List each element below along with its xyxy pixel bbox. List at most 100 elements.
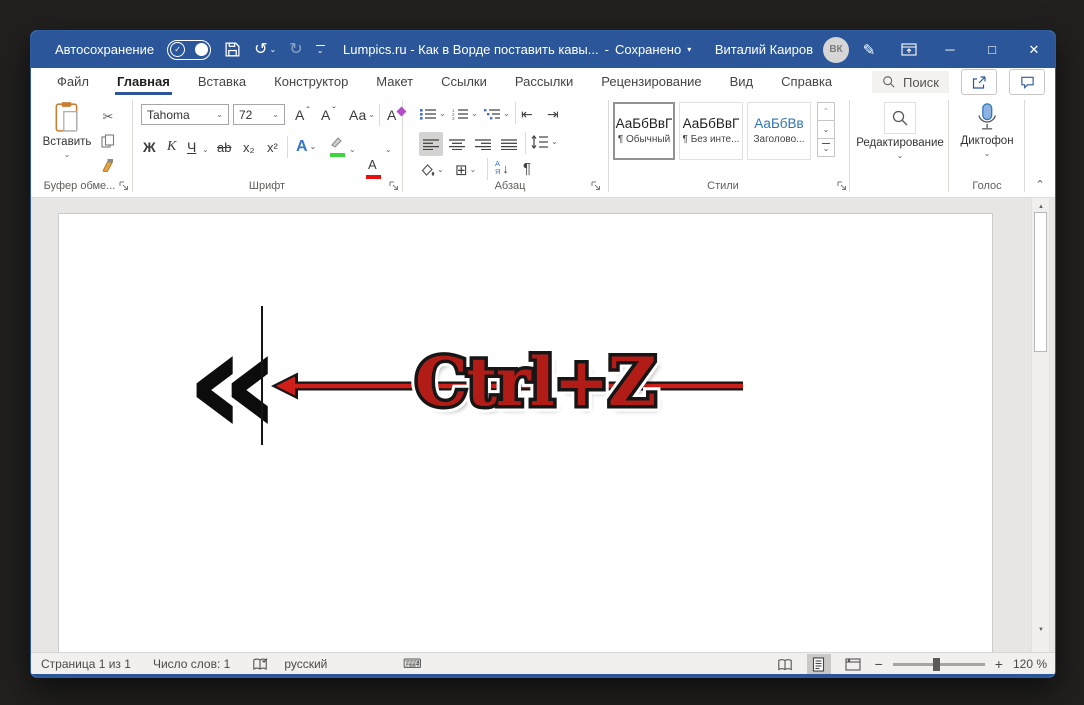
dictate-button[interactable]: Диктофон ⌄ [953, 102, 1021, 158]
show-paragraph-marks-button[interactable]: ¶ [523, 158, 531, 178]
align-right-button[interactable] [471, 132, 495, 156]
document-page[interactable]: « Ctrl+Z Ctrl+Z Ctrl+Z [58, 213, 993, 652]
ink-pen-button[interactable]: ✎ [849, 31, 889, 68]
decrease-indent-button[interactable]: ⇤ [521, 104, 533, 124]
close-button[interactable]: ✕ [1013, 31, 1055, 68]
search-input[interactable]: Поиск [872, 71, 949, 93]
font-color-dropdown-icon[interactable]: ⌄ [385, 146, 392, 154]
tab-view[interactable]: Вид [716, 68, 768, 96]
sort-button[interactable]: А Я ↓ [495, 158, 509, 178]
maximize-icon: □ [988, 42, 996, 57]
save-icon[interactable] [224, 41, 241, 58]
pilcrow-icon: ¶ [523, 160, 531, 177]
ribbon-display-icon [901, 43, 917, 57]
borders-button[interactable]: ⊞ ⌄ [455, 160, 476, 180]
tab-layout[interactable]: Макет [362, 68, 427, 96]
numbering-button[interactable]: 123 ⌄ [451, 104, 478, 124]
style-sample: АаБбВвГ [683, 117, 740, 131]
format-painter-button[interactable] [97, 154, 119, 176]
document-title[interactable]: Lumpics.ru - Как в Ворде поставить кавы.… [343, 42, 599, 57]
vertical-scrollbar[interactable]: ▲ ▼ [1031, 198, 1049, 652]
share-button[interactable] [961, 69, 997, 95]
styles-more-button[interactable]: ⌄ [817, 138, 835, 157]
avatar[interactable]: ВК [823, 37, 849, 63]
underline-dropdown-icon[interactable]: ⌄ [202, 146, 209, 154]
superscript-button[interactable]: x² [265, 136, 280, 158]
redo-button[interactable]: ↻ [289, 31, 302, 68]
language-indicator[interactable]: русский [284, 657, 327, 671]
editing-button[interactable]: Редактирование ⌄ [855, 102, 945, 160]
read-mode-button[interactable] [773, 654, 797, 674]
subscript-button[interactable]: x₂ [241, 136, 257, 158]
font-family-select[interactable]: Tahoma ⌄ [141, 104, 229, 125]
multilevel-list-button[interactable]: ⌄ [483, 104, 510, 124]
user-name[interactable]: Виталий Каиров [715, 42, 813, 57]
clear-formatting-button[interactable]: А [385, 104, 407, 126]
zoom-out-button[interactable]: − [875, 656, 883, 672]
style-normal[interactable]: АаБбВвГ ¶ Обычный [613, 102, 675, 160]
tab-design[interactable]: Конструктор [260, 68, 362, 96]
styles-scroll-up-button[interactable]: ⌃ [817, 102, 835, 121]
zoom-slider[interactable] [893, 663, 985, 666]
increase-indent-button[interactable]: ⇥ [547, 104, 559, 124]
styles-scroll-down-button[interactable]: ⌄ [817, 120, 835, 139]
italic-button[interactable]: К [165, 136, 178, 158]
print-layout-button[interactable] [807, 654, 831, 674]
grow-font-button[interactable]: А ˆ [293, 104, 312, 126]
style-heading1[interactable]: АаБбВв Заголово... [747, 102, 811, 160]
align-center-button[interactable] [445, 132, 469, 156]
tab-references[interactable]: Ссылки [427, 68, 501, 96]
paste-button[interactable]: Вставить ⌄ [39, 101, 95, 177]
web-layout-button[interactable] [841, 654, 865, 674]
justify-button[interactable] [497, 132, 521, 156]
zoom-in-button[interactable]: + [995, 656, 1003, 672]
autosave-toggle[interactable]: ✓ [167, 40, 211, 60]
undo-button[interactable]: ↺ ⌄ [254, 31, 276, 68]
shrink-font-button[interactable]: А ˇ [319, 104, 338, 126]
word-count[interactable]: Число слов: 1 [153, 657, 230, 671]
bold-button[interactable]: Ж [141, 136, 158, 158]
scrollbar-thumb[interactable] [1034, 212, 1047, 352]
ribbon-display-options-button[interactable] [889, 31, 929, 68]
tab-help[interactable]: Справка [767, 68, 846, 96]
style-no-spacing[interactable]: АаБбВвГ ¶ Без инте... [679, 102, 743, 160]
font-dialog-launcher-icon[interactable] [389, 181, 399, 191]
text-effects-button[interactable]: А ⌄ [294, 136, 318, 158]
tab-home[interactable]: Главная [103, 68, 184, 96]
font-size-select[interactable]: 72 ⌄ [233, 104, 285, 125]
copy-button[interactable] [97, 130, 119, 152]
change-case-button[interactable]: Аа ⌄ [347, 104, 377, 126]
page-indicator[interactable]: Страница 1 из 1 [41, 657, 131, 671]
customize-quick-access-button[interactable]: ⌄ [316, 45, 325, 55]
chevron-down-icon: ⌄ [368, 111, 375, 119]
font-color-button[interactable]: А [365, 158, 386, 180]
zoom-level[interactable]: 120 % [1013, 657, 1047, 671]
align-left-button[interactable] [419, 132, 443, 156]
paragraph-dialog-launcher-icon[interactable] [591, 181, 601, 191]
styles-dialog-launcher-icon[interactable] [837, 181, 847, 191]
saved-status-dropdown[interactable]: Сохранено [615, 42, 681, 57]
minimize-button[interactable]: ─ [929, 31, 971, 68]
scroll-down-button[interactable]: ▼ [1032, 622, 1050, 638]
proofing-status-button[interactable] [252, 657, 268, 671]
zoom-slider-handle[interactable] [933, 658, 940, 671]
tab-file[interactable]: Файл [43, 68, 103, 96]
highlight-dropdown-icon[interactable]: ⌄ [349, 146, 356, 154]
line-spacing-button[interactable]: ⌄ [531, 132, 558, 152]
chevron-down-icon: ⌄ [823, 126, 830, 134]
shading-button[interactable]: ⌄ [419, 160, 444, 180]
bullets-button[interactable]: ⌄ [419, 104, 446, 124]
collapse-ribbon-button[interactable]: ⌃ [1031, 176, 1049, 192]
maximize-button[interactable]: □ [971, 31, 1013, 68]
clipboard-dialog-launcher-icon[interactable] [119, 181, 129, 191]
comments-button[interactable] [1009, 69, 1045, 95]
cut-button[interactable]: ✂ [97, 106, 119, 128]
strikethrough-button[interactable]: ab [215, 136, 233, 158]
tab-insert[interactable]: Вставка [184, 68, 260, 96]
text-highlight-button[interactable] [329, 136, 350, 158]
tab-mailings[interactable]: Рассылки [501, 68, 587, 96]
underline-button[interactable]: Ч [185, 136, 198, 158]
chevron-down-icon: ⌄ [897, 152, 904, 160]
tab-review[interactable]: Рецензирование [587, 68, 715, 96]
keyboard-indicator-icon[interactable]: ⌨ [403, 656, 422, 672]
